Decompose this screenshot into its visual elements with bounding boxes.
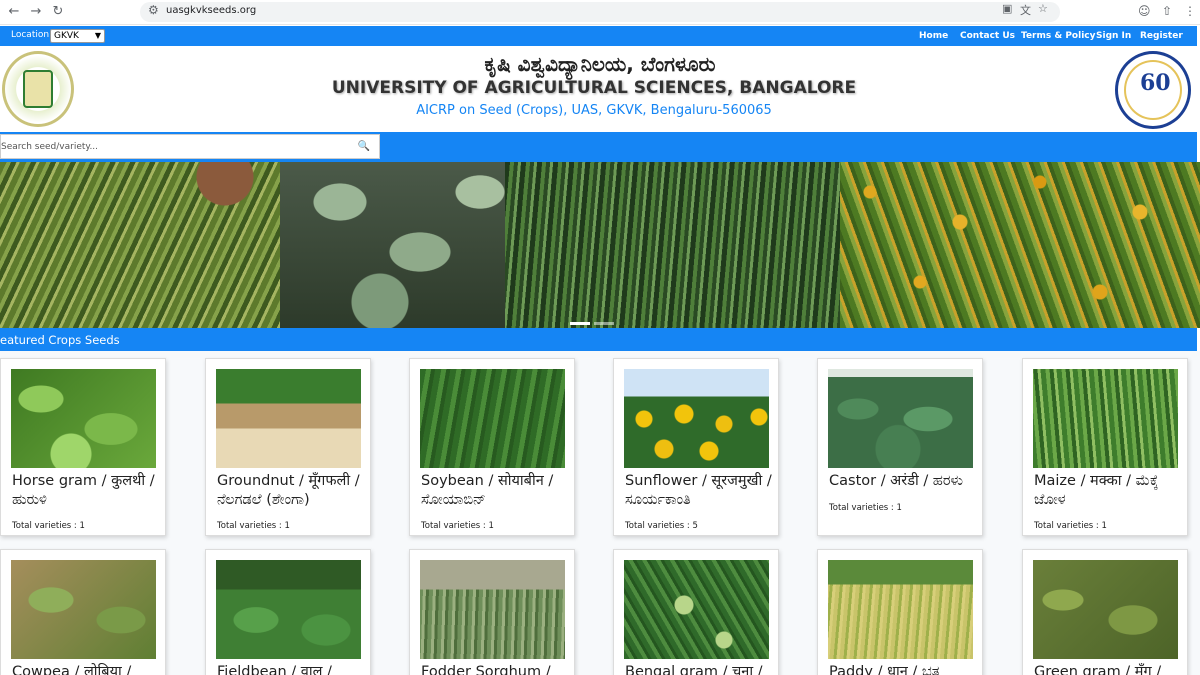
site-info-icon[interactable]: ⚙ <box>148 3 159 17</box>
extensions-icon[interactable]: ⇧ <box>1162 4 1172 18</box>
crop-grid: Horse gram / कुलथी / ಹುರುಳಿ Total variet… <box>0 351 1200 675</box>
crop-name: Green gram / मूँग / <box>1034 664 1162 675</box>
chevron-down-icon: ▼ <box>94 31 101 40</box>
crop-image <box>624 369 769 468</box>
install-icon[interactable]: ▣ <box>1002 2 1012 15</box>
nav-sign-in[interactable]: Sign In <box>1096 31 1131 41</box>
diamond-jubilee-logo: 60 <box>1115 51 1191 129</box>
profile-icon[interactable]: ☺ <box>1138 4 1151 18</box>
carousel-indicator-2[interactable] <box>594 322 614 325</box>
nav-register[interactable]: Register <box>1140 31 1183 41</box>
crop-image <box>420 369 565 468</box>
crop-name: Castor / अरंडी / ಹರಳು <box>829 473 964 489</box>
crop-image <box>11 560 156 659</box>
crop-count: Total varieties : 1 <box>12 521 85 531</box>
nav-home[interactable]: Home <box>919 31 948 41</box>
crop-card[interactable]: Green gram / मूँग / <box>1022 549 1188 675</box>
crop-card[interactable]: Cowpea / लोबिया / <box>0 549 166 675</box>
crop-card[interactable]: Maize / मक्का / ಮೆಕ್ಕೆ ಜೋಳ Total varieti… <box>1022 358 1188 536</box>
url-text: uasgkvkseeds.org <box>166 5 257 16</box>
back-icon[interactable]: ← <box>4 3 24 21</box>
crop-count: Total varieties : 1 <box>217 521 290 531</box>
carousel-indicators <box>570 310 618 328</box>
search-icon[interactable]: 🔍 <box>358 141 370 152</box>
location-select[interactable]: GKVK ▼ <box>50 29 105 43</box>
crop-name: Horse gram / कुलथी / ಹುರುಳಿ <box>12 473 155 508</box>
carousel-image-flowers <box>840 162 1200 328</box>
section-title: eatured Crops Seeds <box>0 333 120 347</box>
crop-card[interactable]: Soybean / सोयाबीन / ಸೋಯಾಬಿನ್ Total varie… <box>409 358 575 536</box>
forward-icon[interactable]: → <box>26 3 46 21</box>
crop-count: Total varieties : 1 <box>1034 521 1107 531</box>
address-bar[interactable]: ⚙ uasgkvkseeds.org <box>140 2 1060 22</box>
nav-contact-us[interactable]: Contact Us <box>960 31 1015 41</box>
crop-image <box>624 560 769 659</box>
crop-image <box>828 369 973 468</box>
crop-card[interactable]: Castor / अरंडी / ಹರಳು Total varieties : … <box>817 358 983 536</box>
crop-card[interactable]: Bengal gram / चना / <box>613 549 779 675</box>
carousel-indicator-1[interactable] <box>570 322 590 325</box>
crop-count: Total varieties : 5 <box>625 521 698 531</box>
section-header: eatured Crops Seeds <box>0 328 1197 351</box>
crop-name: Maize / मक्का / ಮೆಕ್ಕೆ ಜೋಳ <box>1034 473 1159 508</box>
crop-name: Sunflower / सूरजमुखी / ಸೂರ್ಯಕಾಂತಿ <box>625 473 772 508</box>
search-input[interactable]: Search seed/variety... 🔍 <box>0 134 380 159</box>
crop-image <box>11 369 156 468</box>
crop-name: Bengal gram / चना / <box>625 664 763 675</box>
crop-card[interactable]: Paddy / धान / ಭತ್ತ <box>817 549 983 675</box>
location-label: Location: <box>11 30 53 40</box>
title-kannada: ಕೃಷಿ ವಿಶ್ವವಿದ್ಯಾನಿಲಯ, ಬೆಂಗಳೂರು <box>484 52 716 76</box>
header-subtitle: AICRP on Seed (Crops), UAS, GKVK, Bengal… <box>416 103 772 118</box>
crop-name: Soybean / सोयाबीन / ಸೋಯಾಬಿನ್ <box>421 473 554 508</box>
crop-image <box>420 560 565 659</box>
search-placeholder: Search seed/variety... <box>1 142 99 152</box>
crop-name: Paddy / धान / ಭತ್ತ <box>829 664 941 675</box>
crop-card[interactable]: Groundnut / मूँगफली / ನೆಲಗಡಲೆ (ಶೇಂಗಾ) To… <box>205 358 371 536</box>
location-value: GKVK <box>54 31 79 41</box>
bookmark-star-icon[interactable]: ☆ <box>1038 2 1048 15</box>
title-english: UNIVERSITY OF AGRICULTURAL SCIENCES, BAN… <box>331 78 857 98</box>
crop-name: Cowpea / लोबिया / <box>12 664 132 675</box>
top-bar: Location: GKVK ▼ Home Contact Us Terms &… <box>0 26 1197 46</box>
crop-count: Total varieties : 1 <box>829 503 902 513</box>
hero-carousel[interactable] <box>0 162 1200 328</box>
crop-card[interactable]: Fieldbean / वाल / <box>205 549 371 675</box>
reload-icon[interactable]: ↻ <box>48 3 68 21</box>
carousel-image-leaves <box>280 162 520 328</box>
menu-icon[interactable]: ⋮ <box>1184 4 1196 18</box>
crop-card[interactable]: Sunflower / सूरजमुखी / ಸೂರ್ಯಕಾಂತಿ Total … <box>613 358 779 536</box>
crop-image <box>1033 369 1178 468</box>
site-header: ಕೃಷಿ ವಿಶ್ವವಿದ್ಯಾನಿಲಯ, ಬೆಂಗಳೂರು UNIVERSIT… <box>0 46 1200 132</box>
browser-toolbar: ← → ↻ ⚙ uasgkvkseeds.org ▣ 文 ☆ ☺ ⇧ ⋮ <box>0 0 1200 25</box>
carousel-image-horsegram <box>0 162 290 328</box>
crop-card[interactable]: Fodder Sorghum / <box>409 549 575 675</box>
search-band: Search seed/variety... 🔍 <box>0 132 1197 162</box>
crop-image <box>216 560 361 659</box>
translate-icon[interactable]: 文 <box>1020 2 1031 18</box>
carousel-image-field <box>505 162 850 328</box>
crop-name: Groundnut / मूँगफली / ನೆಲಗಡಲೆ (ಶೇಂಗಾ) <box>217 473 360 508</box>
crop-card[interactable]: Horse gram / कुलथी / ಹುರುಳಿ Total variet… <box>0 358 166 536</box>
crop-image <box>1033 560 1178 659</box>
crop-name: Fieldbean / वाल / <box>217 664 332 675</box>
crop-name: Fodder Sorghum / <box>421 664 551 675</box>
crop-count: Total varieties : 1 <box>421 521 494 531</box>
nav-terms-policy[interactable]: Terms & Policy <box>1021 31 1096 41</box>
crop-image <box>216 369 361 468</box>
crop-image <box>828 560 973 659</box>
